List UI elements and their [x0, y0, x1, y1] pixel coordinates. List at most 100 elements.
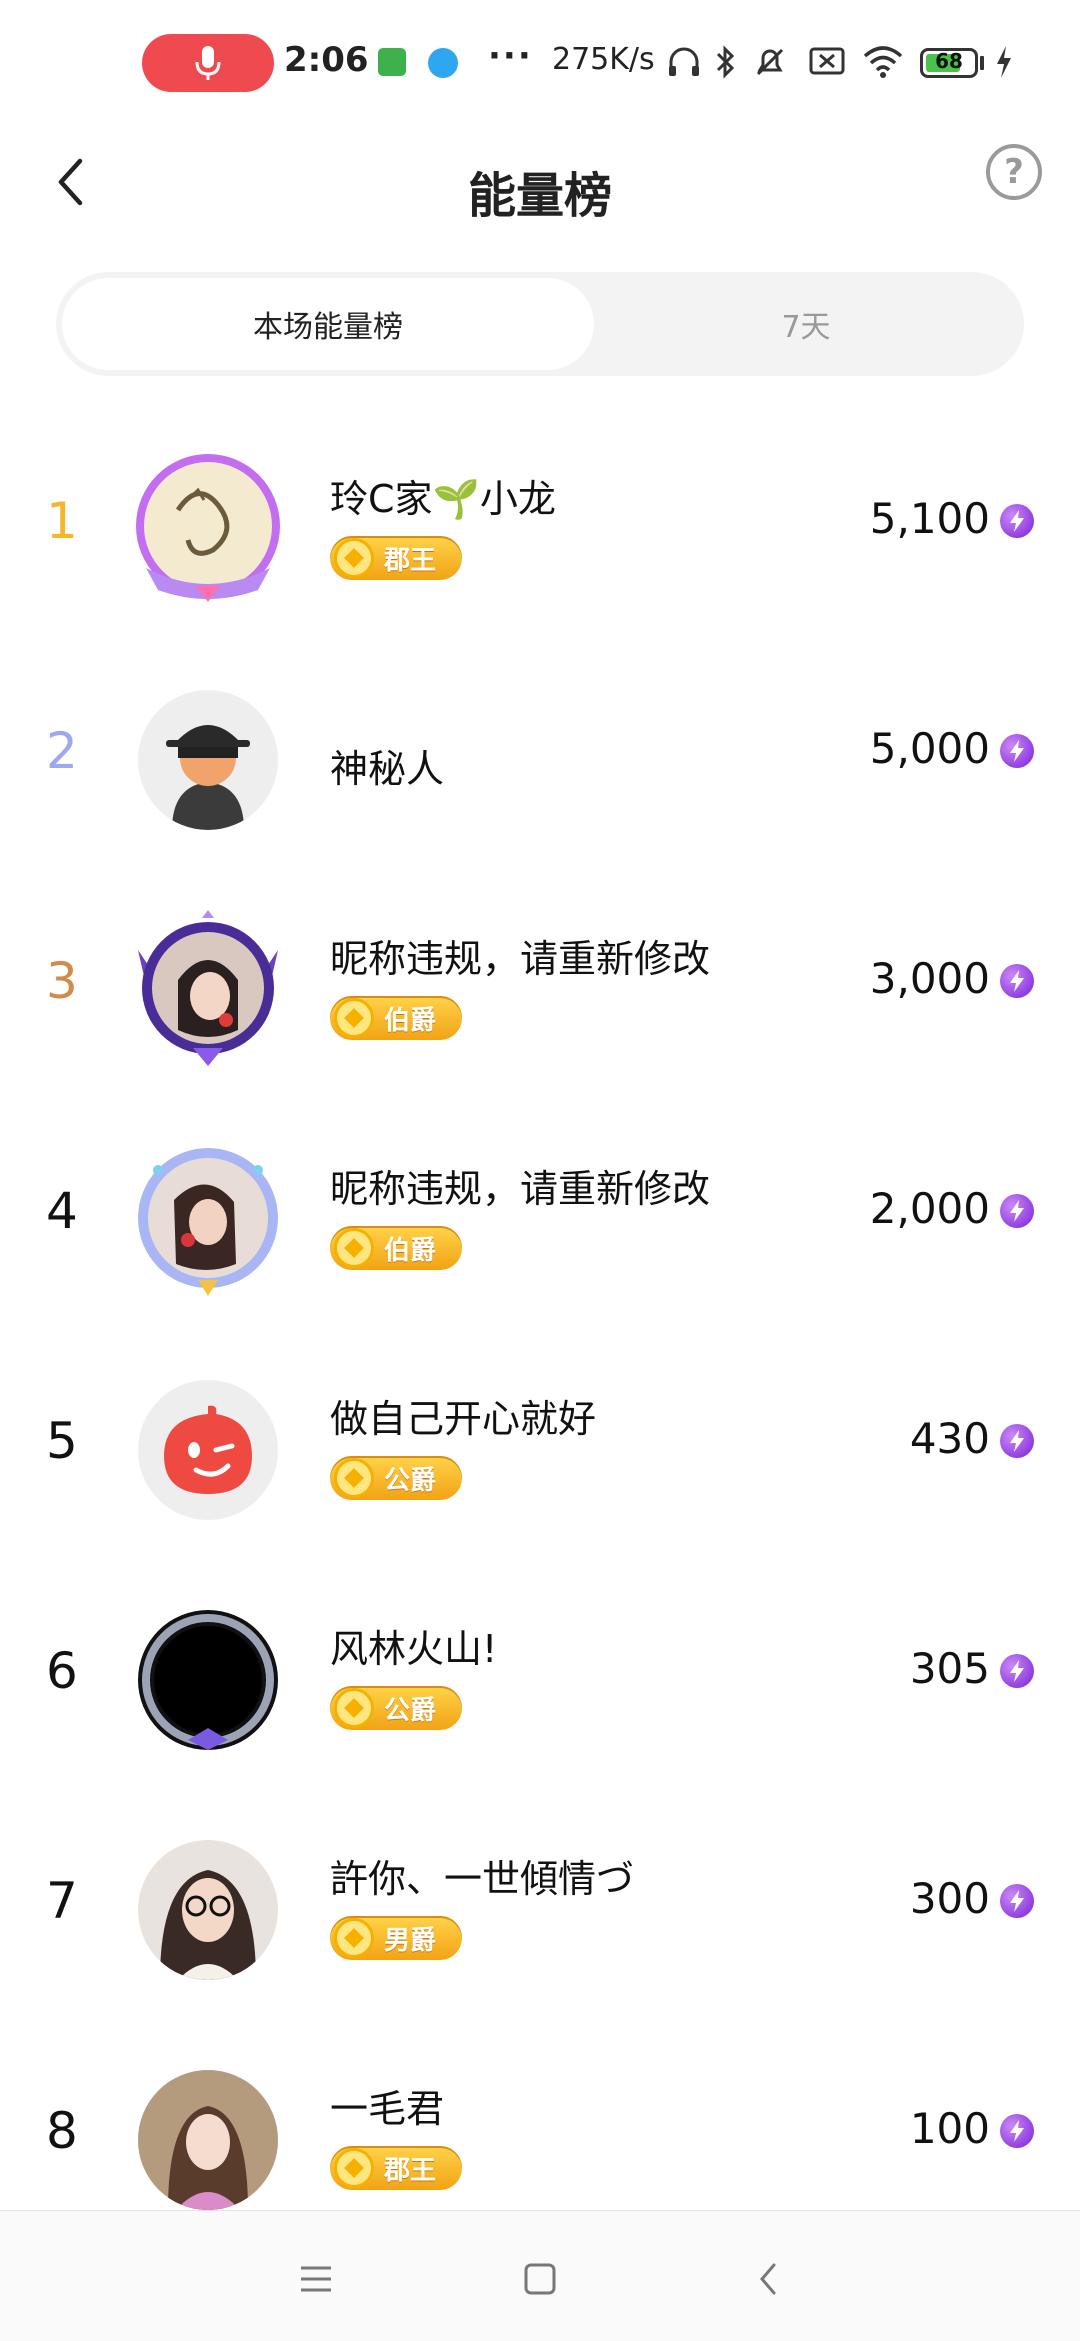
sim-off-icon [809, 47, 845, 75]
avatar[interactable] [118, 450, 298, 610]
rank-number: 1 [46, 492, 78, 550]
badge-label: 公爵 [384, 1465, 437, 1496]
coin-icon [334, 1918, 374, 1958]
photo-avatar [138, 2070, 278, 2210]
energy-score: 305 [909, 1644, 990, 1693]
bluetooth-icon [716, 45, 735, 79]
mute-bell-icon [756, 48, 784, 76]
energy-bolt-icon [1000, 964, 1034, 998]
user-name: 昵称违规，请重新修改 [330, 937, 711, 981]
badge-label: 伯爵 [384, 1005, 437, 1036]
coin-icon [334, 538, 374, 578]
more-notifications-dots: ··· [488, 36, 533, 76]
energy-bolt-icon [1000, 504, 1034, 538]
question-mark-icon: ? [1004, 152, 1024, 192]
header: 能量榜 ? [0, 130, 1080, 250]
avatar-frame-dark-purple [138, 910, 278, 1066]
ranking-row[interactable]: 2 神秘人 5,000 [0, 642, 1080, 872]
user-name: 一毛君 [330, 2087, 445, 2131]
avatar[interactable] [118, 680, 298, 840]
avatar-frame-silver [138, 1610, 278, 1750]
home-button[interactable] [510, 2251, 570, 2307]
coin-icon [334, 2148, 374, 2188]
tab-current-session[interactable]: 本场能量榜 [62, 278, 594, 370]
rank-number: 7 [46, 1872, 78, 1930]
rank-number: 3 [46, 952, 78, 1010]
coin-icon [334, 1688, 374, 1728]
system-back-button[interactable] [738, 2251, 798, 2307]
status-time: 2:06 [284, 40, 369, 80]
ranking-row[interactable]: 6 风林火山! 公爵 305 [0, 1562, 1080, 1792]
ranking-row[interactable]: 1 玲C家🌱小龙 郡王 5,100 [0, 412, 1080, 642]
energy-bolt-icon [1000, 1654, 1034, 1688]
headphones-icon [669, 47, 699, 76]
wink-face-avatar [138, 1380, 278, 1520]
ranking-tabs: 本场能量榜 7天 [56, 272, 1024, 376]
energy-score: 5,100 [869, 494, 990, 543]
avatar-frame-purple [136, 454, 280, 602]
help-button[interactable]: ? [986, 144, 1042, 200]
coin-icon [334, 1228, 374, 1268]
rank-number: 2 [46, 722, 78, 780]
user-name: 玲C家🌱小龙 [330, 477, 556, 521]
tab-7-days[interactable]: 7天 [594, 278, 1018, 370]
badge-label: 郡王 [384, 545, 437, 576]
energy-bolt-icon [1000, 1424, 1034, 1458]
energy-score: 5,000 [869, 724, 990, 773]
badge-label: 郡王 [384, 2155, 437, 2186]
user-name: 昵称违规，请重新修改 [330, 1167, 711, 1211]
rank-badge: 伯爵 [330, 996, 462, 1040]
battery-icon: 68 [920, 48, 978, 78]
coin-icon [334, 1458, 374, 1498]
battery-cap [980, 56, 984, 70]
energy-bolt-icon [1000, 734, 1034, 768]
energy-score: 3,000 [869, 954, 990, 1003]
energy-score: 430 [909, 1414, 990, 1463]
avatar[interactable] [118, 1140, 298, 1300]
ranking-row[interactable]: 4 昵称违规，请重新修改 伯爵 2,000 [0, 1102, 1080, 1332]
rank-badge: 公爵 [330, 1456, 462, 1500]
energy-bolt-icon [1000, 1194, 1034, 1228]
photo-avatar [138, 1840, 278, 1980]
user-name: 神秘人 [330, 747, 445, 791]
rank-number: 4 [46, 1182, 78, 1240]
status-bar: 2:06 ··· 275K/s 68 [0, 0, 1080, 130]
menu-icon [301, 2266, 331, 2292]
avatar[interactable] [118, 1600, 298, 1760]
ranking-list: 1 玲C家🌱小龙 郡王 5,100 2 神秘人 5,000 3 昵称违规，请重新… [0, 412, 1080, 2252]
app-icon-green [378, 48, 406, 76]
avatar[interactable] [118, 2060, 298, 2220]
wifi-icon [863, 46, 903, 78]
rank-badge: 郡王 [330, 2146, 462, 2190]
energy-score: 100 [909, 2104, 990, 2153]
user-name: 风林火山! [330, 1627, 498, 1671]
avatar[interactable] [118, 910, 298, 1070]
mic-icon [195, 46, 221, 80]
mic-recording-pill[interactable] [142, 34, 274, 92]
charging-icon [997, 46, 1011, 78]
energy-score: 2,000 [869, 1184, 990, 1233]
avatar[interactable] [118, 1370, 298, 1530]
rank-number: 5 [46, 1412, 78, 1470]
user-name: 許你、一世傾情づ [330, 1857, 635, 1901]
rank-badge: 伯爵 [330, 1226, 462, 1270]
rank-number: 8 [46, 2102, 78, 2160]
badge-label: 公爵 [384, 1695, 437, 1726]
net-speed: 275K/s [552, 42, 655, 77]
page-title: 能量榜 [467, 168, 612, 224]
recent-apps-button[interactable] [286, 2251, 346, 2307]
battery-level: 68 [935, 49, 963, 73]
ranking-row[interactable]: 3 昵称违规，请重新修改 伯爵 3,000 [0, 872, 1080, 1102]
avatar[interactable] [118, 1830, 298, 1990]
energy-bolt-icon [1000, 2114, 1034, 2148]
ranking-row[interactable]: 7 許你、一世傾情づ 男爵 300 [0, 1792, 1080, 2022]
rank-number: 6 [46, 1642, 78, 1700]
chevron-left-icon [760, 2263, 776, 2295]
user-name: 做自己开心就好 [330, 1397, 597, 1441]
ranking-row[interactable]: 5 做自己开心就好 公爵 430 [0, 1332, 1080, 1562]
avatar-frame-lilac [138, 1148, 278, 1296]
rank-badge: 男爵 [330, 1916, 462, 1960]
rank-badge: 郡王 [330, 536, 462, 580]
mystery-person-avatar [138, 690, 278, 830]
system-nav-bar [0, 2210, 1080, 2341]
